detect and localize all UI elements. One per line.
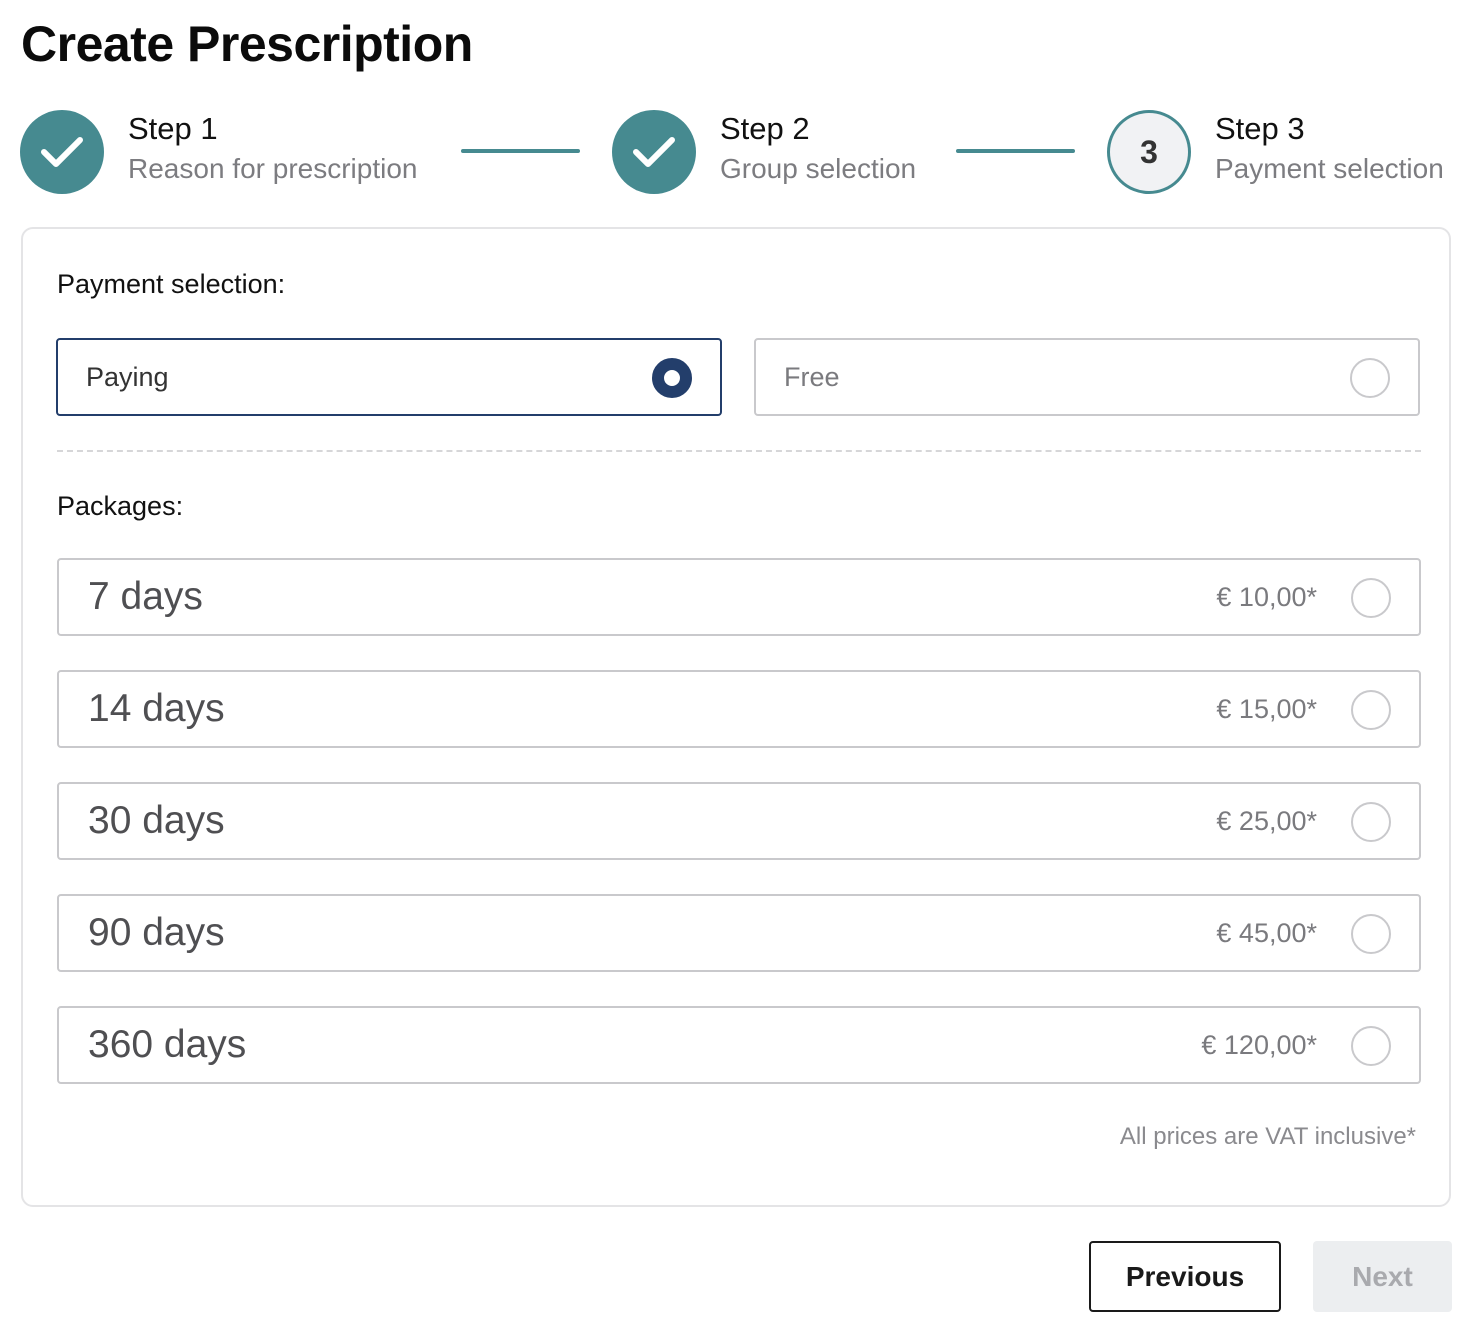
section-divider (57, 450, 1421, 452)
previous-button[interactable]: Previous (1089, 1241, 1281, 1312)
radio-unchecked-icon[interactable] (1351, 914, 1391, 954)
payment-option-label: Paying (86, 361, 169, 392)
package-name: 14 days (88, 687, 225, 730)
package-option-7-days[interactable]: 7 days € 10,00* (57, 558, 1421, 636)
check-icon (41, 137, 83, 167)
payment-option-free[interactable]: Free (754, 338, 1420, 416)
step-3-subtitle: Payment selection (1215, 153, 1444, 184)
step-connector (461, 149, 580, 153)
radio-unchecked-icon[interactable] (1351, 578, 1391, 618)
radio-unchecked-icon[interactable] (1351, 802, 1391, 842)
packages-label: Packages: (57, 491, 184, 521)
step-2-subtitle: Group selection (720, 153, 917, 184)
payment-card: Payment selection: Paying Free Packages:… (21, 227, 1451, 1207)
package-name: 360 days (88, 1023, 247, 1066)
payment-selection-label: Payment selection: (57, 269, 286, 299)
package-price: € 15,00* (1216, 693, 1317, 724)
page-title: Create Prescription (21, 16, 473, 72)
step-3-title: Step 3 (1215, 111, 1305, 146)
step-1-title: Step 1 (128, 111, 218, 146)
payment-option-paying[interactable]: Paying (56, 338, 722, 416)
package-price: € 25,00* (1216, 805, 1317, 836)
step-connector (956, 149, 1075, 153)
package-name: 90 days (88, 911, 225, 954)
package-name: 7 days (88, 575, 203, 618)
package-option-90-days[interactable]: 90 days € 45,00* (57, 894, 1421, 972)
package-price: € 45,00* (1216, 917, 1317, 948)
step-1-indicator (20, 110, 104, 194)
radio-unchecked-icon[interactable] (1350, 358, 1390, 398)
package-option-14-days[interactable]: 14 days € 15,00* (57, 670, 1421, 748)
radio-checked-icon[interactable] (652, 358, 692, 398)
step-1-subtitle: Reason for prescription (128, 153, 418, 184)
step-3-indicator: 3 (1107, 110, 1191, 194)
step-2-indicator (612, 110, 696, 194)
vat-note: All prices are VAT inclusive* (1119, 1123, 1416, 1150)
payment-option-label: Free (784, 361, 840, 392)
package-price: € 120,00* (1201, 1029, 1317, 1060)
check-icon (633, 137, 675, 167)
package-option-360-days[interactable]: 360 days € 120,00* (57, 1006, 1421, 1084)
package-price: € 10,00* (1216, 581, 1317, 612)
step-2-title: Step 2 (720, 111, 810, 146)
step-3-number: 3 (1140, 133, 1158, 170)
package-option-30-days[interactable]: 30 days € 25,00* (57, 782, 1421, 860)
package-name: 30 days (88, 799, 225, 842)
radio-unchecked-icon[interactable] (1351, 690, 1391, 730)
radio-unchecked-icon[interactable] (1351, 1026, 1391, 1066)
next-button[interactable]: Next (1313, 1241, 1452, 1312)
